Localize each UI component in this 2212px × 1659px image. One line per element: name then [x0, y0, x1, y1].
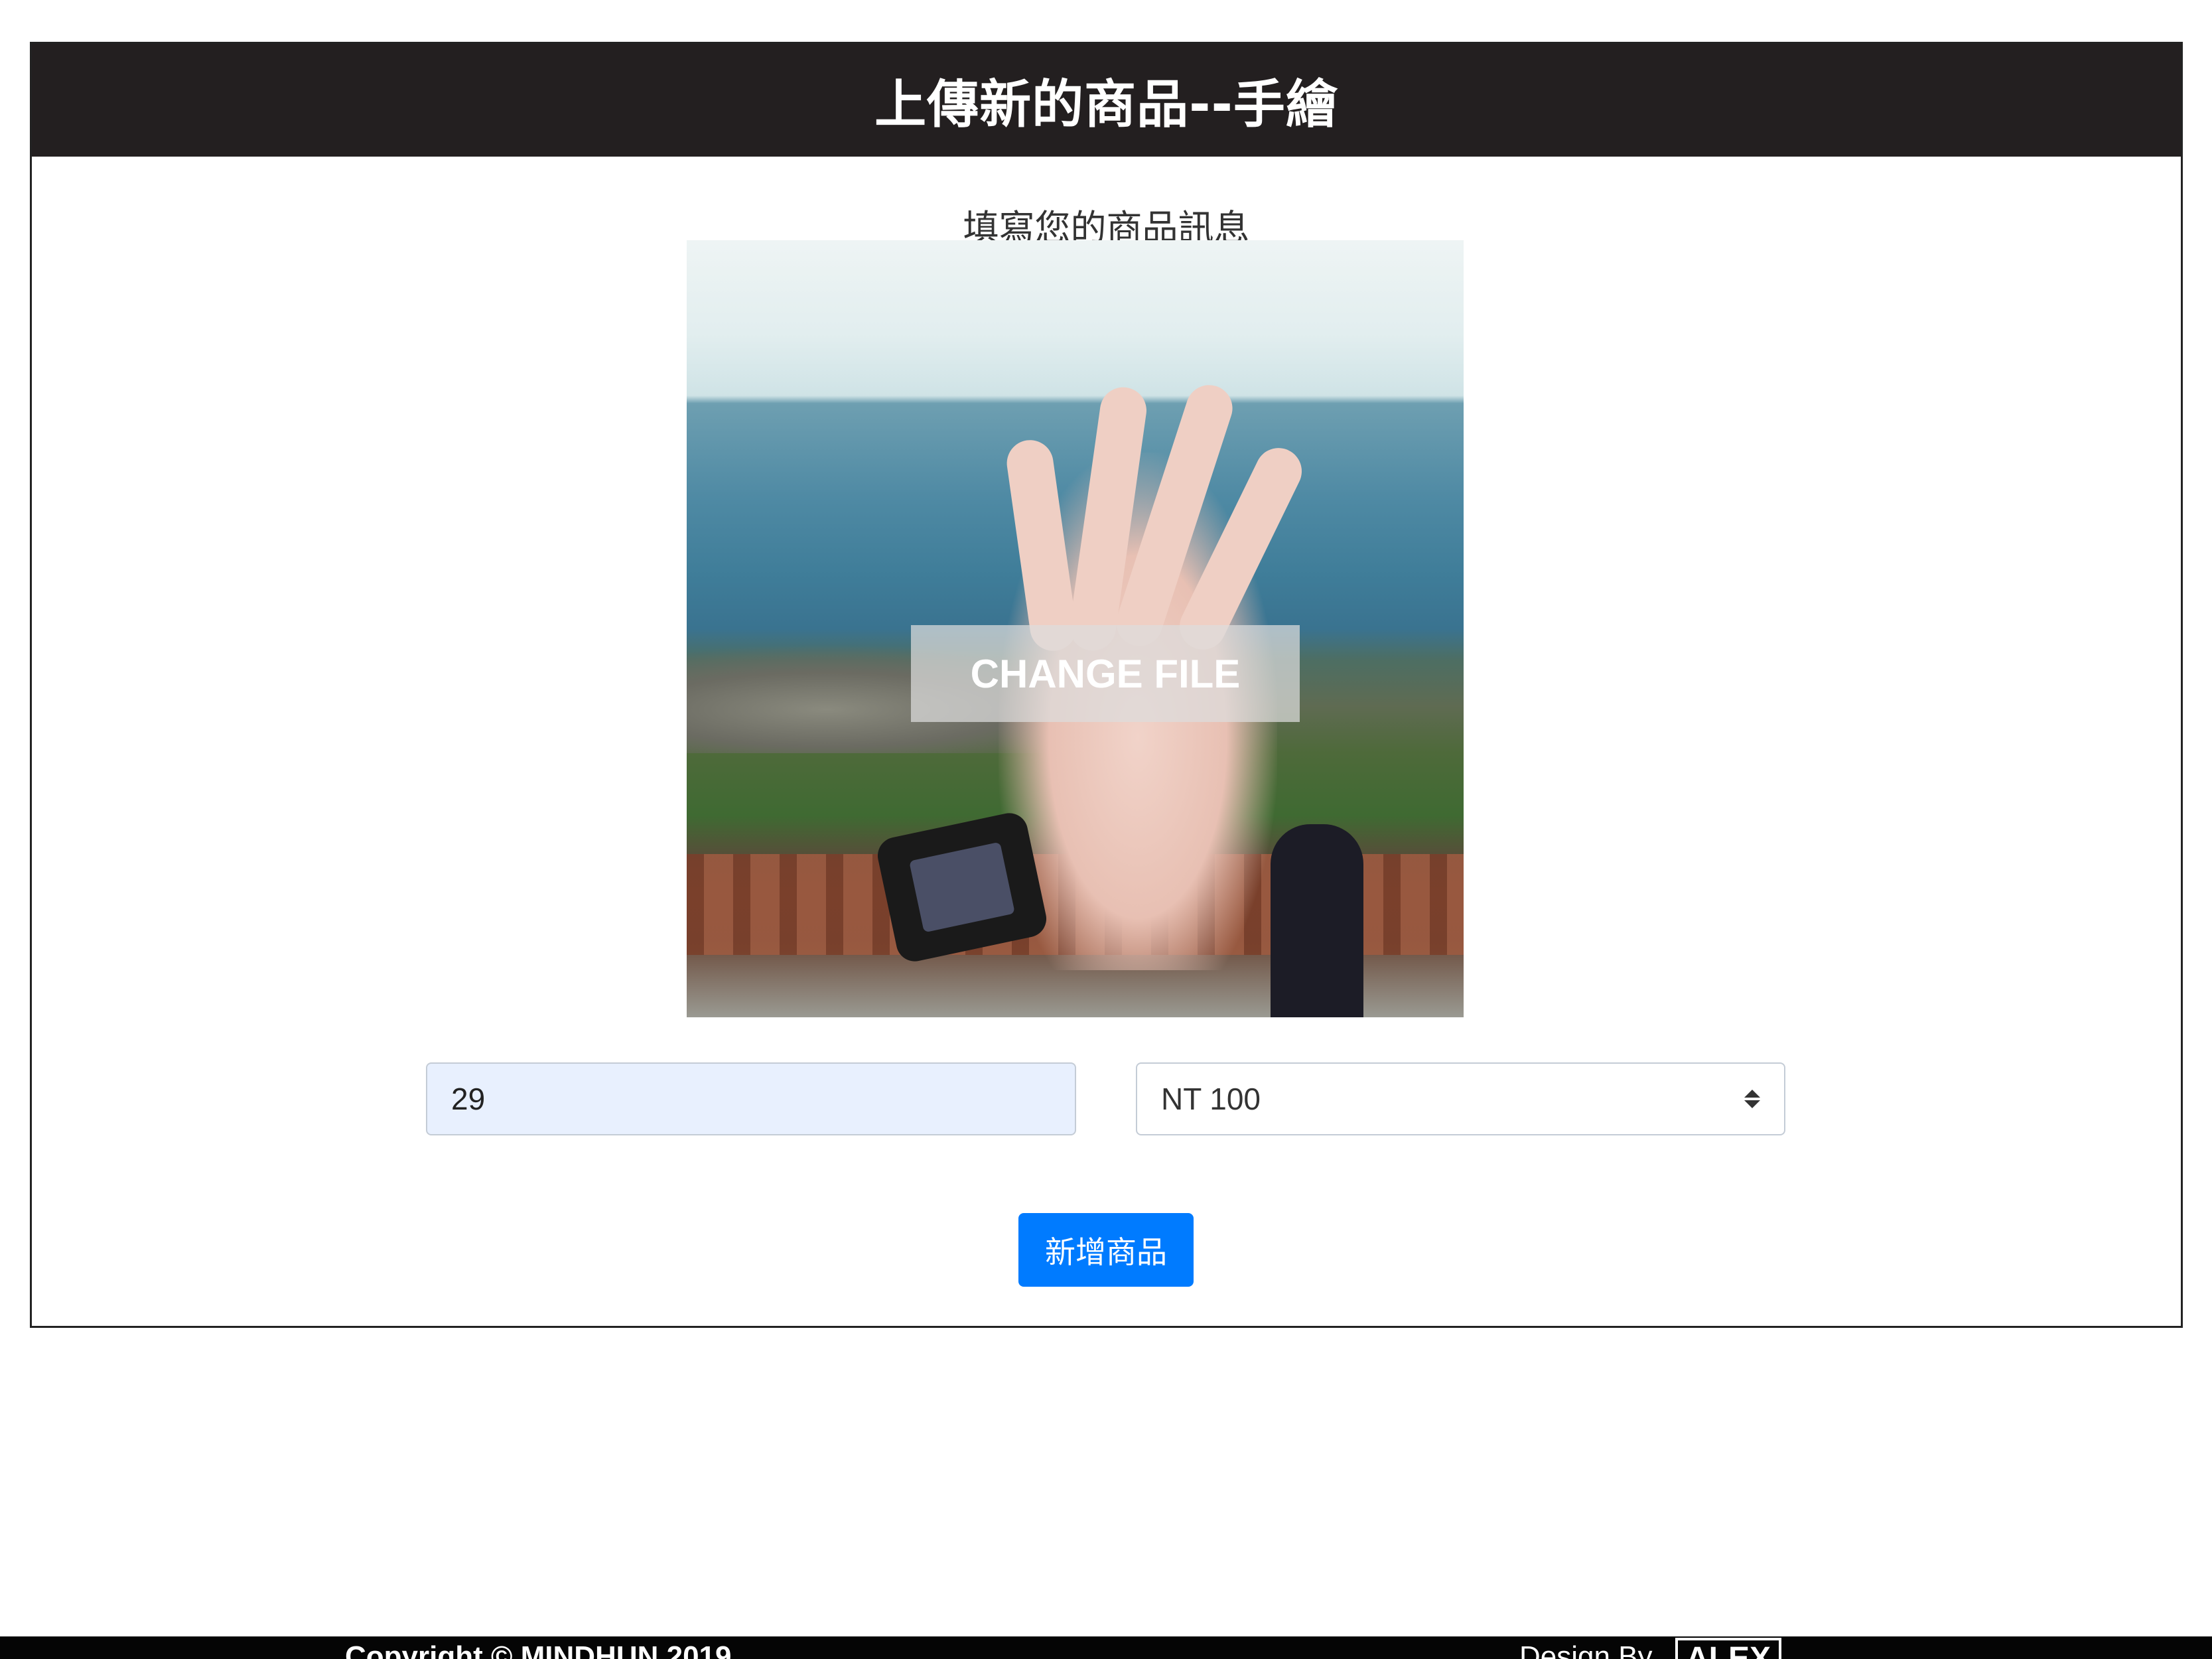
quantity-input[interactable]	[426, 1062, 1076, 1135]
photo-person	[1271, 824, 1363, 1017]
change-file-button[interactable]: CHANGE FILE	[911, 625, 1300, 722]
footer-logo: ALEX	[1675, 1638, 1781, 1659]
card-header: 上傳新的商品--手繪	[32, 44, 2181, 157]
footer-copyright: Copyright © MINDHUN 2019	[345, 1640, 732, 1659]
add-product-button[interactable]: 新增商品	[1018, 1213, 1194, 1287]
page-title: 上傳新的商品--手繪	[874, 75, 1338, 135]
footer-design-by: Design By	[1519, 1640, 1653, 1659]
select-arrows-icon	[1744, 1090, 1760, 1108]
price-select[interactable]: NT 100	[1136, 1062, 1785, 1135]
photo-watch-face	[909, 841, 1015, 933]
footer: Copyright © MINDHUN 2019 Design By ALEX	[0, 1636, 2212, 1659]
price-select-value: NT 100	[1161, 1082, 1261, 1116]
chevron-down-icon	[1744, 1100, 1760, 1108]
chevron-up-icon	[1744, 1090, 1760, 1098]
